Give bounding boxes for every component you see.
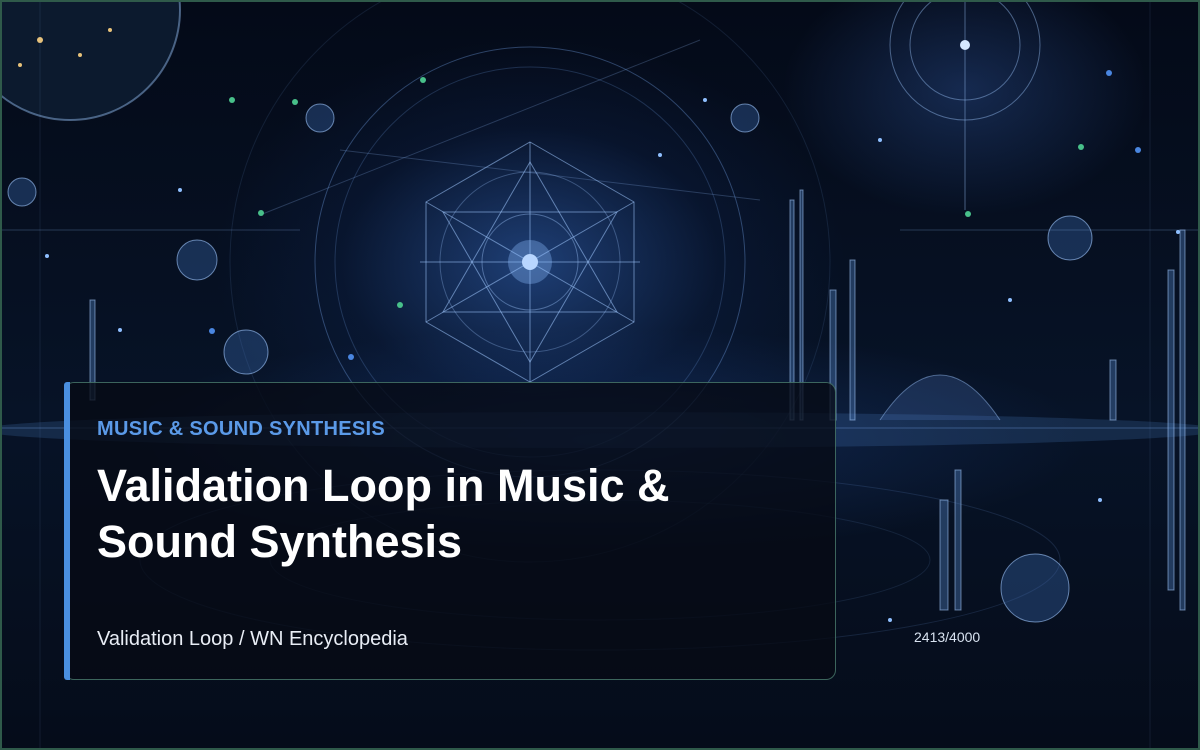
planet-icon [0,0,181,121]
category-label: MUSIC & SOUND SYNTHESIS [97,418,386,440]
page-title: Validation Loop in Music & Sound Synthes… [97,460,670,567]
orbit-ring-icon [889,0,1041,210]
slide: MUSIC & SOUND SYNTHESIS Validation Loop … [0,0,1200,750]
source-label: Validation Loop / WN Encyclopedia [97,628,408,650]
page-counter: 2413/4000 [914,629,981,645]
dome-icon [879,374,1001,421]
accent-bar [64,382,70,680]
